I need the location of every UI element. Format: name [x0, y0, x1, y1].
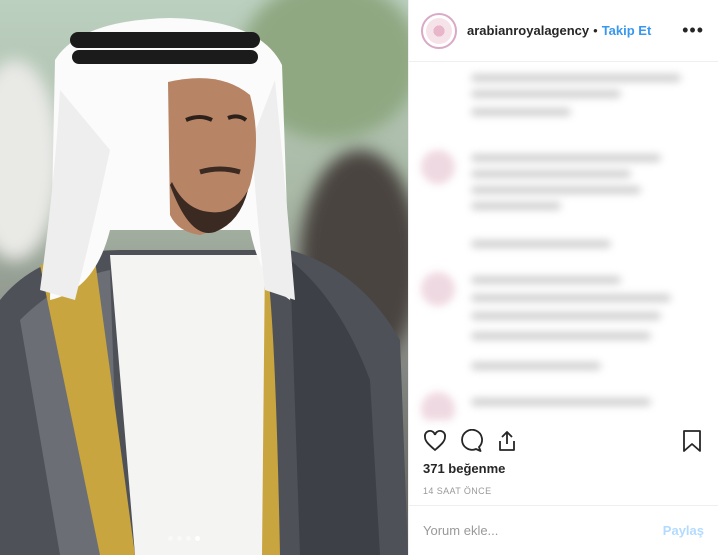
- bookmark-icon[interactable]: [678, 427, 706, 455]
- instagram-post: arabianroyalagency • Takip Et ••• 371 be…: [0, 0, 718, 555]
- likes-count[interactable]: 371 beğenme: [423, 461, 505, 476]
- blurred-comments: [409, 62, 718, 420]
- post-sidebar: arabianroyalagency • Takip Et ••• 371 be…: [408, 0, 718, 555]
- man-in-traditional-dress: [0, 18, 408, 555]
- post-timestamp[interactable]: 14 SAAT ÖNCE: [423, 486, 492, 496]
- share-icon[interactable]: [493, 427, 521, 455]
- post-actions: [421, 425, 706, 457]
- comment-input[interactable]: [423, 523, 663, 538]
- username-link[interactable]: arabianroyalagency: [467, 23, 589, 38]
- logo-icon: [426, 17, 452, 44]
- carousel-dot: [186, 536, 191, 541]
- carousel-dot: [168, 536, 173, 541]
- carousel-indicator: [168, 536, 200, 541]
- follow-button[interactable]: Takip Et: [602, 23, 652, 38]
- post-photo[interactable]: [0, 0, 408, 555]
- comment-form: Paylaş: [409, 505, 718, 555]
- more-horizontal-icon[interactable]: •••: [682, 20, 704, 41]
- post-header: arabianroyalagency • Takip Et •••: [409, 0, 718, 62]
- carousel-dot: [177, 536, 182, 541]
- heart-icon[interactable]: [421, 427, 449, 455]
- post-comment-button[interactable]: Paylaş: [663, 523, 704, 538]
- separator-dot: •: [593, 23, 598, 38]
- comment-icon[interactable]: [457, 427, 485, 455]
- carousel-dot-active: [195, 536, 200, 541]
- avatar[interactable]: [421, 12, 457, 49]
